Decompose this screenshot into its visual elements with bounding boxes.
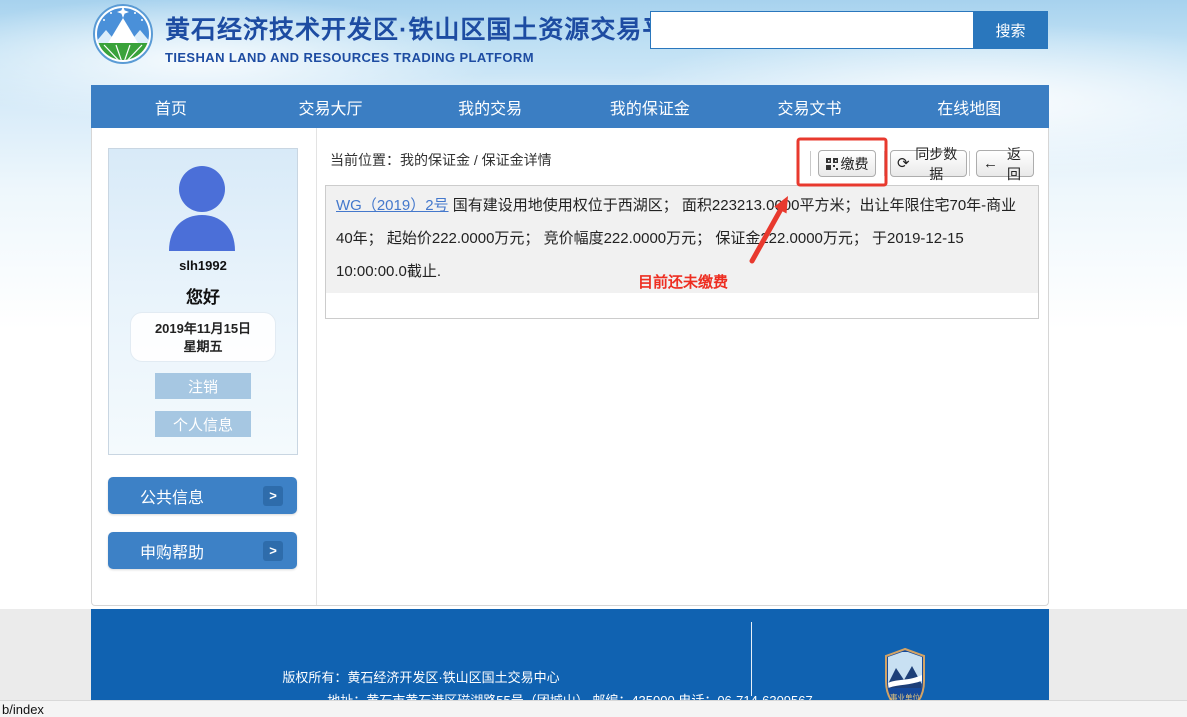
- back-label: 返回: [1001, 144, 1027, 184]
- username: slh1992: [108, 258, 298, 273]
- nav-item-trade-documents[interactable]: 交易文书: [730, 85, 890, 128]
- nav-item-home[interactable]: 首页: [91, 85, 251, 128]
- copyright-text: 版权所有：黄石经济开发区·铁山区国土交易中心: [91, 667, 751, 686]
- status-url-text: b/index: [0, 702, 44, 717]
- deposit-detail-box: WG（2019）2号 国有建设用地使用权位于西湖区； 面积223213.0000…: [325, 185, 1039, 319]
- sidebar-item-public-info[interactable]: 公共信息 >: [108, 477, 297, 514]
- pay-icon: [826, 158, 838, 170]
- nav-item-my-deposit[interactable]: 我的保证金: [570, 85, 730, 128]
- refresh-icon: ⟳: [897, 156, 910, 171]
- toolbar-separator: [810, 151, 811, 176]
- search-input[interactable]: [650, 11, 973, 49]
- page-subtitle: TIESHAN LAND AND RESOURCES TRADING PLATF…: [165, 50, 694, 65]
- page: 黄石经济技术开发区·铁山区国土资源交易平台 TIESHAN LAND AND R…: [0, 0, 1187, 717]
- main-nav: 首页 交易大厅 我的交易 我的保证金 交易文书 在线地图: [91, 85, 1049, 128]
- nav-item-trading-hall[interactable]: 交易大厅: [251, 85, 411, 128]
- back-button[interactable]: ← 返回: [976, 150, 1034, 177]
- toolbar-separator: [884, 151, 885, 176]
- profile-button[interactable]: 个人信息: [155, 411, 251, 437]
- page-title: 黄石经济技术开发区·铁山区国土资源交易平台: [165, 10, 694, 46]
- annotation-not-paid-text: 目前还未缴费: [638, 271, 728, 292]
- back-arrow-icon: ←: [983, 156, 998, 171]
- sidebar-item-purchase-help[interactable]: 申购帮助 >: [108, 532, 297, 569]
- nav-item-online-map[interactable]: 在线地图: [889, 85, 1049, 128]
- site-logo-icon: [92, 3, 154, 65]
- footer: 版权所有：黄石经济开发区·铁山区国土交易中心 地址：黄石市黄石港区磁湖路55号（…: [91, 609, 1049, 701]
- weekday-text: 星期五: [131, 338, 275, 356]
- nav-item-my-trades[interactable]: 我的交易: [410, 85, 570, 128]
- purchase-help-label: 申购帮助: [140, 539, 204, 563]
- site-title-block: 黄石经济技术开发区·铁山区国土资源交易平台 TIESHAN LAND AND R…: [165, 10, 694, 65]
- greeting-text: 您好: [108, 283, 298, 308]
- parcel-link[interactable]: WG（2019）2号: [336, 197, 449, 214]
- sync-data-label: 同步数据: [913, 144, 960, 184]
- date-text: 2019年11月15日: [131, 320, 275, 338]
- chevron-right-icon: >: [263, 541, 283, 561]
- logout-button[interactable]: 注销: [155, 373, 251, 399]
- sync-data-button[interactable]: ⟳ 同步数据: [890, 150, 967, 177]
- toolbar-separator: [969, 151, 970, 176]
- public-info-label: 公共信息: [140, 484, 204, 508]
- sidebar-main-divider: [316, 128, 317, 605]
- chevron-right-icon: >: [263, 486, 283, 506]
- browser-status-bar: b/index: [0, 700, 1187, 717]
- search-button[interactable]: 搜索: [973, 11, 1048, 49]
- footer-divider: [751, 622, 752, 696]
- breadcrumb: 当前位置：我的保证金 / 保证金详情: [330, 150, 552, 170]
- pay-fee-button[interactable]: 缴费: [818, 150, 876, 177]
- user-avatar-icon: [162, 163, 242, 251]
- pay-fee-label: 缴费: [841, 154, 869, 174]
- search-bar: 搜索: [650, 11, 1048, 49]
- date-box: 2019年11月15日 星期五: [130, 312, 276, 362]
